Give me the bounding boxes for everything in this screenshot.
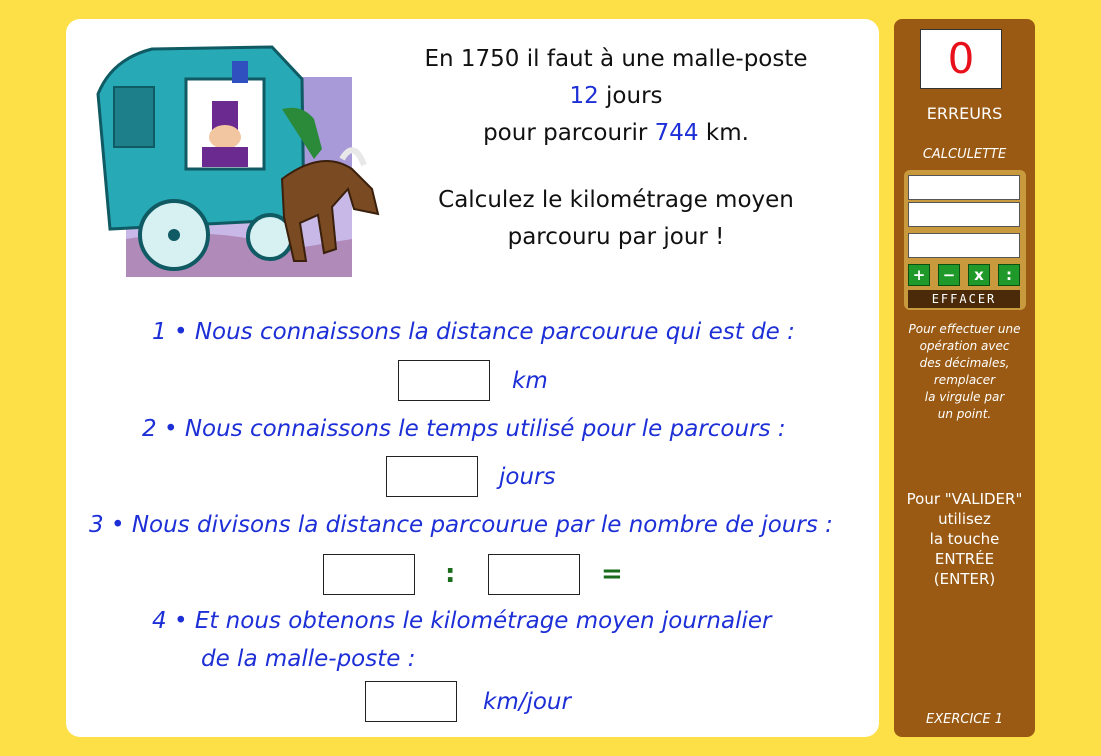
- question-line-2: parcouru par jour !: [507, 224, 725, 250]
- calc-operand-2[interactable]: [908, 202, 1020, 227]
- step-1-unit: km: [512, 368, 548, 394]
- divisor-input[interactable]: [488, 554, 580, 595]
- step-3-text: 3 • Nous divisons la distance parcourue …: [89, 512, 833, 538]
- calc-result[interactable]: [908, 233, 1020, 258]
- calc-clear-button[interactable]: EFFACER: [908, 290, 1020, 308]
- calc-plus-button[interactable]: +: [908, 264, 930, 286]
- step-4-text-line-2: de la malle-poste :: [201, 646, 416, 672]
- errors-label: ERREURS: [926, 104, 1003, 123]
- step-4-unit: km/jour: [483, 689, 571, 715]
- step-2-text: 2 • Nous connaissons le temps utilisé po…: [142, 416, 786, 442]
- days-value: 12: [569, 83, 599, 109]
- valider-line: Pour "VALIDER": [906, 490, 1023, 508]
- result-input[interactable]: [365, 681, 457, 722]
- step-2-unit: jours: [499, 464, 556, 490]
- equals-sign: =: [601, 559, 623, 589]
- calculator-title: CALCULETTE: [922, 147, 1007, 162]
- valider-line: ENTRÉE: [934, 550, 995, 568]
- valider-line: (ENTER): [933, 570, 996, 588]
- line3-prefix: pour parcourir: [483, 120, 655, 146]
- valider-line: utilisez: [938, 510, 991, 528]
- question-line-1: Calculez le kilométrage moyen: [438, 187, 794, 213]
- dividend-input[interactable]: [323, 554, 415, 595]
- note-line: la virgule par: [924, 390, 1005, 404]
- stagecoach-illustration: [96, 45, 380, 277]
- divide-sign: :: [445, 559, 456, 589]
- sidebar-panel: 0 ERREURS CALCULETTE + − x : EFFACER Pou…: [894, 19, 1035, 737]
- problem-line-2: 12 jours: [386, 78, 846, 115]
- note-line: des décimales,: [919, 356, 1010, 370]
- exercise-card: En 1750 il faut à une malle-poste 12 jou…: [66, 19, 879, 737]
- note-line: opération avec: [919, 339, 1010, 353]
- note-line: remplacer: [933, 373, 996, 387]
- days-input[interactable]: [386, 456, 478, 497]
- validate-instructions: Pour "VALIDER" utilisez la touche ENTRÉE…: [894, 489, 1035, 589]
- step-1-text: 1 • Nous connaissons la distance parcour…: [152, 319, 795, 345]
- valider-line: la touche: [929, 530, 1000, 548]
- decimal-note: Pour effectuer une opération avec des dé…: [894, 321, 1035, 423]
- days-word: jours: [598, 83, 663, 109]
- calc-divide-button[interactable]: :: [998, 264, 1020, 286]
- calculator: + − x : EFFACER: [904, 170, 1026, 310]
- calc-operand-1[interactable]: [908, 175, 1020, 200]
- calc-times-button[interactable]: x: [968, 264, 990, 286]
- problem-statement: En 1750 il faut à une malle-poste 12 jou…: [386, 41, 846, 256]
- calc-minus-button[interactable]: −: [938, 264, 960, 286]
- error-counter: 0: [920, 29, 1002, 89]
- problem-line-1: En 1750 il faut à une malle-poste: [424, 46, 808, 72]
- line3-suffix: km.: [698, 120, 749, 146]
- distance-value: 744: [654, 120, 699, 146]
- note-line: un point.: [937, 407, 992, 421]
- step-4-text-line-1: 4 • Et nous obtenons le kilométrage moye…: [152, 608, 772, 634]
- distance-input[interactable]: [398, 360, 490, 401]
- problem-line-3: pour parcourir 744 km.: [386, 115, 846, 152]
- exercise-label: EXERCICE 1: [926, 712, 1003, 727]
- note-line: Pour effectuer une: [908, 322, 1021, 336]
